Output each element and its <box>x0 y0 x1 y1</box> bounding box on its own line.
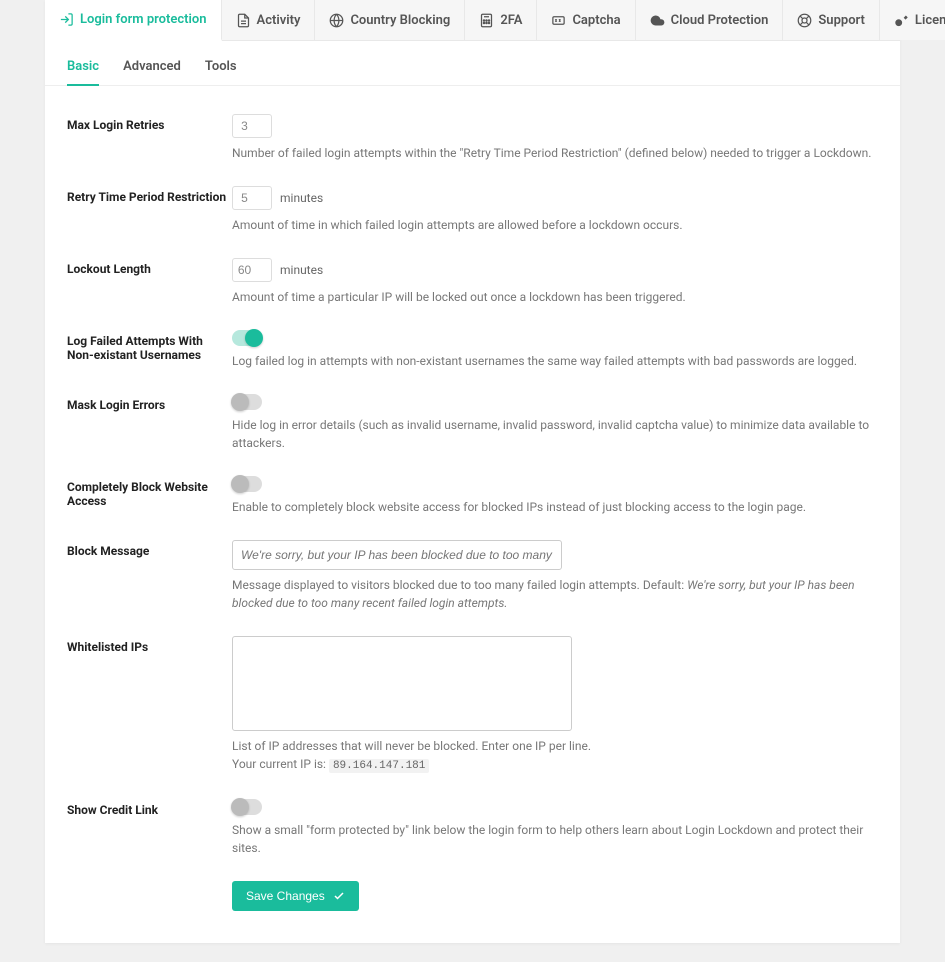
sub-tab-basic[interactable]: Basic <box>67 59 99 86</box>
cloud-icon <box>650 13 665 28</box>
label-max-retries: Max Login Retries <box>67 114 232 132</box>
login-icon <box>59 12 74 27</box>
save-button[interactable]: Save Changes <box>232 881 359 911</box>
top-tab-label: Country Blocking <box>350 13 450 28</box>
label-retry-period: Retry Time Period Restriction <box>67 186 232 204</box>
current-ip: 89.164.147.181 <box>329 759 429 773</box>
toggle-log-failed[interactable] <box>232 330 262 346</box>
desc-lockout: Amount of time a particular IP will be l… <box>232 288 878 306</box>
current-ip-line: Your current IP is: 89.164.147.181 <box>232 755 878 775</box>
sub-tabs: Basic Advanced Tools <box>45 41 900 86</box>
top-tab-label: Activity <box>257 13 301 28</box>
sub-tab-tools[interactable]: Tools <box>205 59 237 85</box>
top-tab-label: Captcha <box>572 13 620 28</box>
toggle-credit[interactable] <box>232 799 262 815</box>
label-log-failed: Log Failed Attempts With Non-existant Us… <box>67 330 232 362</box>
top-tab-calc[interactable]: 2FA <box>465 0 537 40</box>
activity-icon <box>236 13 251 28</box>
desc-credit: Show a small "form protected by" link be… <box>232 821 878 857</box>
top-tab-captcha[interactable]: Captcha <box>537 0 635 40</box>
unit-lockout: minutes <box>280 263 323 277</box>
label-whitelist: Whitelisted IPs <box>67 636 232 654</box>
calc-icon <box>479 13 494 28</box>
top-tab-label: Cloud Protection <box>671 13 769 28</box>
input-retry-period[interactable] <box>232 186 272 210</box>
unit-retry-period: minutes <box>280 191 323 205</box>
input-max-retries[interactable] <box>232 114 272 138</box>
top-tab-login[interactable]: Login form protection <box>45 0 222 41</box>
top-tabs: Login form protection Activity Country Blo… <box>45 0 900 41</box>
top-tab-label: Login form protection <box>80 12 207 27</box>
label-lockout: Lockout Length <box>67 258 232 276</box>
label-mask-errors: Mask Login Errors <box>67 394 232 412</box>
label-block-message: Block Message <box>67 540 232 558</box>
check-icon <box>333 890 345 902</box>
captcha-icon <box>551 13 566 28</box>
toggle-block-access[interactable] <box>232 476 262 492</box>
input-lockout[interactable] <box>232 258 272 282</box>
desc-mask-errors: Hide log in error details (such as inval… <box>232 416 878 452</box>
desc-retry-period: Amount of time in which failed login att… <box>232 216 878 234</box>
input-block-message[interactable] <box>232 540 562 570</box>
desc-block-message: Message displayed to visitors blocked du… <box>232 576 878 612</box>
top-tab-label: Support <box>818 13 865 28</box>
key-icon <box>894 13 909 28</box>
top-tab-label: 2FA <box>500 13 522 28</box>
save-button-label: Save Changes <box>246 889 325 903</box>
label-block-access: Completely Block Website Access <box>67 476 232 508</box>
sub-tab-advanced[interactable]: Advanced <box>123 59 181 85</box>
top-tab-support[interactable]: Support <box>783 0 880 40</box>
top-tab-key[interactable]: License <box>880 0 945 40</box>
globe-icon <box>329 13 344 28</box>
top-tab-cloud[interactable]: Cloud Protection <box>636 0 784 40</box>
toggle-mask-errors[interactable] <box>232 394 262 410</box>
desc-max-retries: Number of failed login attempts within t… <box>232 144 878 162</box>
top-tab-activity[interactable]: Activity <box>222 0 316 40</box>
top-tab-label: License <box>915 13 945 28</box>
desc-whitelist: List of IP addresses that will never be … <box>232 737 878 755</box>
support-icon <box>797 13 812 28</box>
label-credit: Show Credit Link <box>67 799 232 817</box>
desc-block-access: Enable to completely block website acces… <box>232 498 878 516</box>
desc-log-failed: Log failed log in attempts with non-exis… <box>232 352 878 370</box>
textarea-whitelist[interactable] <box>232 636 572 731</box>
top-tab-globe[interactable]: Country Blocking <box>315 0 465 40</box>
